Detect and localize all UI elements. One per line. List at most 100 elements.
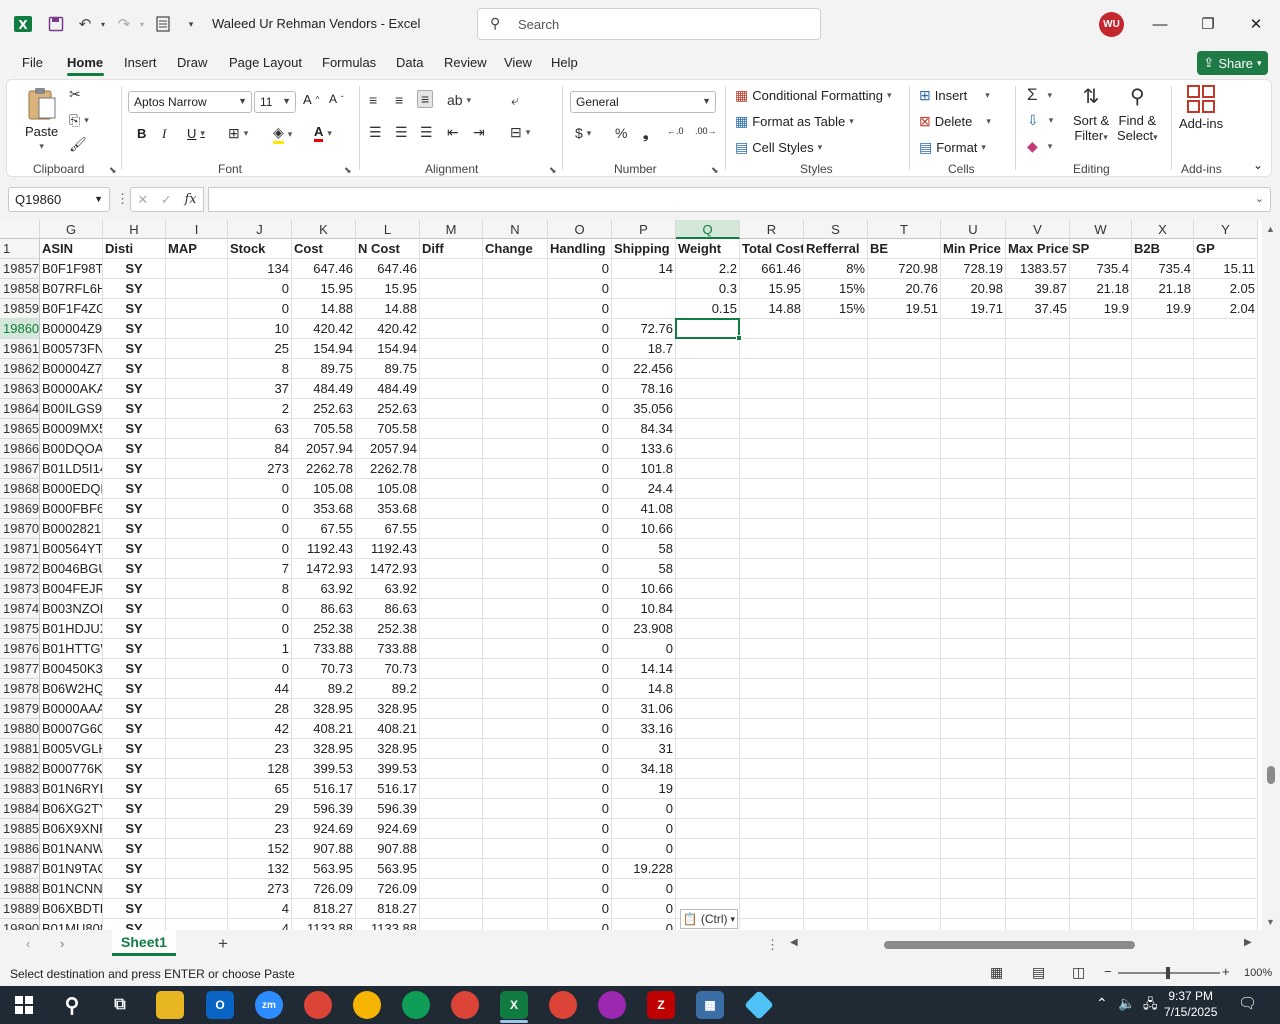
table-cell[interactable]	[740, 819, 804, 839]
row-header[interactable]: 19880	[0, 719, 40, 739]
table-cell[interactable]	[740, 519, 804, 539]
scroll-up-icon[interactable]: ▲	[1266, 224, 1275, 234]
zoom-level[interactable]: 100%	[1244, 967, 1272, 979]
table-cell[interactable]	[676, 619, 740, 639]
table-cell[interactable]: 726.09	[292, 879, 356, 899]
table-cell[interactable]	[166, 799, 228, 819]
table-cell[interactable]: B01N9TAC	[40, 859, 103, 879]
table-cell[interactable]: SY	[103, 699, 166, 719]
table-cell[interactable]	[1132, 699, 1194, 719]
table-cell[interactable]	[868, 539, 941, 559]
table-cell[interactable]: SY	[103, 319, 166, 339]
table-cell[interactable]	[1070, 499, 1132, 519]
column-title-cell[interactable]: Change	[483, 239, 548, 259]
table-cell[interactable]: 20.98	[941, 279, 1006, 299]
column-header-p[interactable]: P	[612, 220, 676, 239]
table-cell[interactable]	[804, 499, 868, 519]
table-cell[interactable]	[1194, 719, 1258, 739]
font-launcher-icon[interactable]: ⬊	[344, 165, 352, 176]
table-cell[interactable]	[1070, 359, 1132, 379]
table-cell[interactable]	[1006, 319, 1070, 339]
table-cell[interactable]	[420, 779, 483, 799]
table-cell[interactable]: B00DQOA	[40, 439, 103, 459]
table-cell[interactable]: 735.4	[1132, 259, 1194, 279]
table-cell[interactable]	[740, 719, 804, 739]
table-cell[interactable]	[676, 319, 740, 339]
table-cell[interactable]	[1070, 839, 1132, 859]
table-cell[interactable]: 484.49	[356, 379, 420, 399]
table-cell[interactable]	[1006, 859, 1070, 879]
column-header-k[interactable]: K	[292, 220, 356, 239]
table-cell[interactable]: 1472.93	[356, 559, 420, 579]
next-sheet-icon[interactable]: ›	[60, 936, 64, 951]
table-cell[interactable]	[804, 719, 868, 739]
collapse-ribbon-icon[interactable]: ⌄	[1253, 158, 1263, 172]
table-cell[interactable]	[676, 599, 740, 619]
table-cell[interactable]: 563.95	[292, 859, 356, 879]
table-cell[interactable]	[166, 839, 228, 859]
cut-icon[interactable]: ✂	[69, 86, 81, 103]
restore-icon[interactable]: ❐	[1193, 10, 1223, 38]
table-cell[interactable]: 2.2	[676, 259, 740, 279]
insert-function-icon[interactable]: fx	[184, 192, 196, 207]
wrap-text-icon[interactable]: ⤶	[511, 92, 519, 109]
table-cell[interactable]: 84.34	[612, 419, 676, 439]
row-header[interactable]: 19882	[0, 759, 40, 779]
table-cell[interactable]: 0	[548, 299, 612, 319]
table-cell[interactable]	[740, 619, 804, 639]
table-cell[interactable]	[740, 599, 804, 619]
zoom-in-icon[interactable]: +	[1222, 964, 1230, 979]
table-cell[interactable]: 31.06	[612, 699, 676, 719]
table-cell[interactable]	[804, 539, 868, 559]
table-cell[interactable]: 15.95	[292, 279, 356, 299]
table-cell[interactable]	[483, 519, 548, 539]
table-cell[interactable]	[941, 699, 1006, 719]
row-header[interactable]: 19857	[0, 259, 40, 279]
table-cell[interactable]	[804, 799, 868, 819]
table-cell[interactable]: 28	[228, 699, 292, 719]
table-cell[interactable]: 34.18	[612, 759, 676, 779]
table-cell[interactable]	[740, 319, 804, 339]
table-cell[interactable]: 399.53	[292, 759, 356, 779]
table-cell[interactable]: 705.58	[356, 419, 420, 439]
table-cell[interactable]	[941, 879, 1006, 899]
table-cell[interactable]	[1194, 479, 1258, 499]
table-cell[interactable]: 1472.93	[292, 559, 356, 579]
table-cell[interactable]: 328.95	[292, 699, 356, 719]
table-cell[interactable]	[483, 359, 548, 379]
table-cell[interactable]	[166, 619, 228, 639]
table-cell[interactable]	[941, 659, 1006, 679]
row-header[interactable]: 19875	[0, 619, 40, 639]
table-cell[interactable]	[1006, 379, 1070, 399]
table-cell[interactable]: 63	[228, 419, 292, 439]
table-cell[interactable]: 37.45	[1006, 299, 1070, 319]
table-cell[interactable]	[1132, 899, 1194, 919]
table-cell[interactable]	[1194, 759, 1258, 779]
avatar[interactable]: WU	[1099, 12, 1124, 37]
table-cell[interactable]: 0	[548, 539, 612, 559]
column-header-n[interactable]: N	[483, 220, 548, 239]
table-cell[interactable]: 0	[548, 399, 612, 419]
table-cell[interactable]: 328.95	[356, 739, 420, 759]
table-cell[interactable]: 58	[612, 559, 676, 579]
table-cell[interactable]	[1006, 759, 1070, 779]
table-cell[interactable]	[166, 819, 228, 839]
table-cell[interactable]: 252.63	[356, 399, 420, 419]
tab-formulas[interactable]: Formulas	[322, 55, 376, 70]
table-cell[interactable]	[1132, 659, 1194, 679]
table-cell[interactable]	[1006, 539, 1070, 559]
table-cell[interactable]: 23	[228, 739, 292, 759]
table-cell[interactable]: 735.4	[1070, 259, 1132, 279]
autosum-icon[interactable]: Σ ▾	[1027, 85, 1052, 105]
table-cell[interactable]	[166, 779, 228, 799]
table-cell[interactable]: 89.75	[292, 359, 356, 379]
table-cell[interactable]	[420, 499, 483, 519]
table-cell[interactable]	[1194, 539, 1258, 559]
table-cell[interactable]: 2262.78	[356, 459, 420, 479]
table-cell[interactable]: 0	[548, 279, 612, 299]
table-cell[interactable]	[483, 299, 548, 319]
table-cell[interactable]	[420, 819, 483, 839]
increase-indent-icon[interactable]: ⇥	[473, 124, 485, 141]
formula-input[interactable]: ⌄	[208, 187, 1271, 212]
table-cell[interactable]: 41.08	[612, 499, 676, 519]
